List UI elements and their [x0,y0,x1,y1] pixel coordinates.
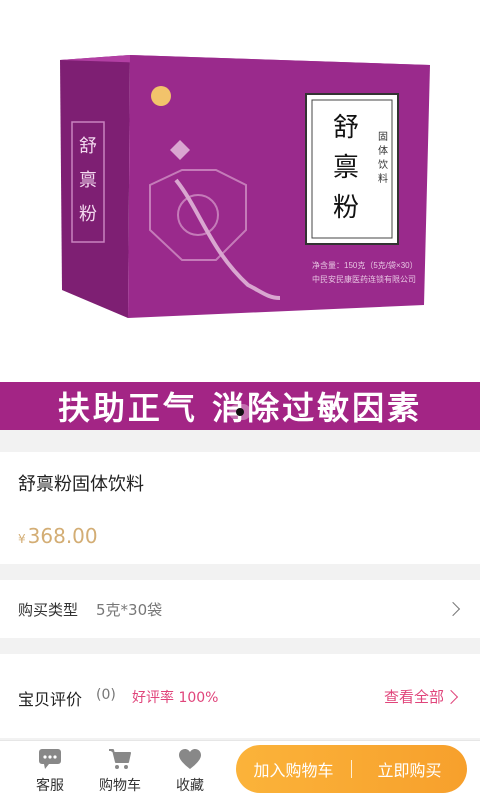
svg-text:料: 料 [378,172,388,185]
svg-text:固: 固 [378,131,388,143]
product-price: ¥368.00 [18,524,98,548]
svg-text:中民安民康医药连锁有限公司: 中民安民康医药连锁有限公司 [312,274,416,284]
customer-service-label: 客服 [36,778,64,794]
reviews-count: (0) [96,687,116,703]
carousel-indicator-dot[interactable] [236,408,244,416]
chat-icon [39,749,61,769]
purchase-type-row[interactable]: 购买类型 5克*30袋 [0,580,480,638]
heart-icon [179,749,201,769]
cart-label: 购物车 [99,778,141,794]
purchase-type-value: 5克*30袋 [96,600,163,619]
favorite-label: 收藏 [176,778,204,794]
svg-text:禀: 禀 [333,153,359,183]
purchase-type-label: 购买类型 [18,600,79,619]
purchase-actions: 加入购物车 立即购买 [236,745,467,793]
currency-symbol: ¥ [18,532,26,546]
product-title: 舒禀粉固体饮料 [18,474,144,495]
view-all-reviews-link[interactable]: 查看全部 [384,686,444,707]
reviews-label: 宝贝评价 [18,690,83,709]
box-side-brand-char-1: 舒 [79,136,97,157]
svg-text:饮: 饮 [378,158,388,171]
product-image-carousel[interactable]: 舒 禀 粉 舒 禀 粉 固 体 饮 料 净含量：150克（5克/袋×30） 中民… [0,0,480,430]
customer-service-tab[interactable]: 客服 [22,747,78,797]
product-info-section: 舒禀粉固体饮料 ¥368.00 [0,452,480,564]
favorite-tab[interactable]: 收藏 [162,747,218,797]
svg-text:舒: 舒 [333,113,359,143]
product-image: 舒 禀 粉 舒 禀 粉 固 体 饮 料 净含量：150克（5克/袋×30） 中民… [60,55,430,318]
box-side-brand-char-3: 粉 [79,204,97,225]
add-to-cart-button[interactable]: 加入购物车 [236,757,351,781]
buy-now-button[interactable]: 立即购买 [352,757,467,781]
box-side-brand-char-2: 禀 [79,169,97,191]
svg-text:净含量：150克（5克/袋×30）: 净含量：150克（5克/袋×30） [312,260,418,270]
chevron-right-icon[interactable] [443,689,459,705]
chevron-right-icon [445,601,461,617]
svg-text:体: 体 [378,145,388,157]
cart-tab[interactable]: 购物车 [92,747,148,797]
brand-logo-icon [151,86,171,106]
price-value: 368.00 [27,524,98,548]
positive-rate: 好评率 100% [132,690,219,706]
reviews-section: 宝贝评价 (0) 好评率 100% 查看全部 [0,654,480,738]
svg-text:粉: 粉 [333,193,359,223]
shopping-cart-icon [109,749,131,769]
